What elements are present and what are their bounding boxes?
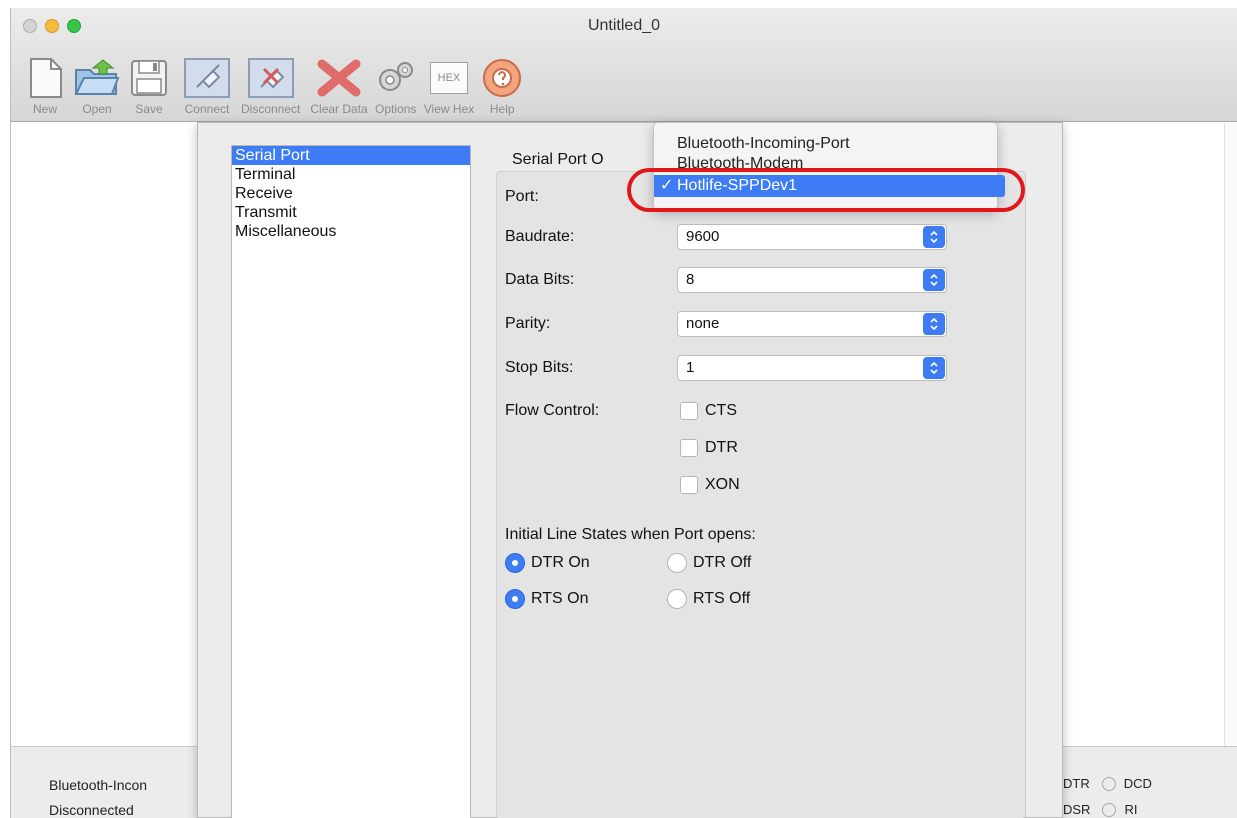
parity-select[interactable]: none: [677, 311, 947, 337]
dtr-checkbox[interactable]: [680, 439, 698, 457]
dtr-label: DTR: [705, 439, 738, 456]
status-connection: Disconnected: [49, 802, 134, 818]
disconnect-button[interactable]: Disconnect: [241, 56, 300, 120]
rts-off-radio-row[interactable]: RTS Off: [667, 589, 750, 609]
connect-plug-icon: [183, 56, 231, 100]
help-button[interactable]: Help: [478, 56, 526, 120]
cts-label: CTS: [705, 402, 737, 419]
stopbits-value: 1: [686, 359, 695, 376]
databits-value: 8: [686, 271, 695, 288]
open-label: Open: [82, 102, 112, 116]
stopbits-select[interactable]: 1: [677, 355, 947, 381]
titlebar: Untitled_0 New Open Save Connect Disconn…: [11, 8, 1237, 122]
view-hex-label: View Hex: [423, 102, 475, 116]
new-label: New: [32, 102, 57, 116]
parity-value: none: [686, 315, 720, 332]
dtr-off-radio[interactable]: [667, 553, 687, 573]
category-list: Serial Port Terminal Receive Transmit Mi…: [231, 145, 471, 818]
led-dcd-indicator: [1101, 776, 1116, 791]
open-folder-icon: [73, 56, 121, 100]
updown-arrows-icon: [923, 269, 945, 291]
cts-checkbox-row[interactable]: CTS: [680, 402, 737, 420]
databits-row: Data Bits: 8: [505, 266, 947, 294]
updown-arrows-icon: [923, 226, 945, 248]
category-transmit[interactable]: Transmit: [232, 203, 470, 222]
dtr-off-label: DTR Off: [693, 554, 752, 571]
baudrate-select[interactable]: 9600: [677, 224, 947, 250]
category-terminal[interactable]: Terminal: [232, 165, 470, 184]
gear-icon: [372, 56, 420, 100]
options-button[interactable]: Options: [372, 56, 420, 120]
options-label: Options: [375, 102, 417, 116]
category-receive[interactable]: Receive: [232, 184, 470, 203]
cts-checkbox[interactable]: [680, 402, 698, 420]
led-ri-indicator: [1102, 802, 1117, 817]
led-row-bottom: DSR RI: [1063, 802, 1137, 817]
dtr-on-label: DTR On: [531, 554, 590, 571]
open-button[interactable]: Open: [73, 56, 121, 120]
clear-data-label: Clear Data: [310, 102, 368, 116]
rts-on-radio-row[interactable]: RTS On: [505, 589, 589, 609]
led-ri-label: RI: [1124, 802, 1138, 817]
led-dsr-label: DSR: [1063, 802, 1091, 817]
flow-control-label: Flow Control:: [505, 402, 600, 419]
dtr-checkbox-row[interactable]: DTR: [680, 439, 738, 457]
initial-line-states-label: Initial Line States when Port opens:: [505, 526, 756, 543]
new-document-icon: [21, 56, 69, 100]
stopbits-row: Stop Bits: 1: [505, 354, 947, 382]
category-serial-port[interactable]: Serial Port: [232, 146, 470, 165]
dtr-on-radio-row[interactable]: DTR On: [505, 553, 590, 573]
category-miscellaneous[interactable]: Miscellaneous: [232, 222, 470, 241]
new-button[interactable]: New: [21, 56, 69, 120]
xon-checkbox-row[interactable]: XON: [680, 476, 740, 494]
rts-off-label: RTS Off: [693, 590, 751, 607]
dtr-off-radio-row[interactable]: DTR Off: [667, 553, 751, 573]
rts-on-radio[interactable]: [505, 589, 525, 609]
databits-select[interactable]: 8: [677, 267, 947, 293]
parity-label: Parity:: [505, 315, 551, 332]
rts-on-label: RTS On: [531, 590, 589, 607]
stopbits-label: Stop Bits:: [505, 359, 574, 376]
led-dtr-label: DTR: [1063, 776, 1090, 791]
clear-x-icon: [315, 56, 363, 100]
hex-icon-text: HEX: [429, 62, 468, 94]
updown-arrows-icon: [923, 357, 945, 379]
connect-button[interactable]: Connect: [183, 56, 231, 120]
floppy-disk-icon: [125, 56, 173, 100]
disconnect-label: Disconnect: [241, 102, 301, 116]
parity-row: Parity: none: [505, 310, 947, 338]
dtr-on-radio[interactable]: [505, 553, 525, 573]
disconnect-plug-icon: [247, 56, 295, 100]
view-hex-button[interactable]: HEX View Hex: [424, 56, 474, 120]
status-port-name: Bluetooth-Incon: [49, 777, 148, 793]
save-label: Save: [135, 102, 163, 116]
baudrate-value: 9600: [686, 228, 720, 245]
clear-data-button[interactable]: Clear Data: [310, 56, 368, 120]
window-title: Untitled_0: [587, 17, 661, 34]
databits-label: Data Bits:: [505, 271, 575, 288]
xon-checkbox[interactable]: [680, 476, 698, 494]
xon-label: XON: [705, 476, 740, 493]
serial-options-title: Serial Port O: [512, 151, 604, 168]
port-option-bluetooth-incoming[interactable]: Bluetooth-Incoming-Port: [654, 133, 999, 155]
connect-label: Connect: [184, 102, 230, 116]
terminal-scrollbar[interactable]: [1224, 123, 1237, 746]
hex-icon: HEX: [425, 56, 473, 100]
rts-off-radio[interactable]: [667, 589, 687, 609]
settings-sheet: Serial Port Terminal Receive Transmit Mi…: [197, 122, 1063, 818]
updown-arrows-icon: [923, 313, 945, 335]
help-lifebuoy-icon: [478, 56, 526, 100]
led-row-top: DTR DCD: [1063, 776, 1152, 791]
flow-control-row: Flow Control:: [505, 397, 677, 425]
toolbar: New Open Save Connect Disconnect Clear D…: [11, 40, 530, 120]
baudrate-row: Baudrate: 9600: [505, 223, 947, 251]
help-label: Help: [489, 102, 515, 116]
led-dcd-label: DCD: [1123, 776, 1152, 791]
red-highlight-ring: [627, 168, 1025, 212]
baudrate-label: Baudrate:: [505, 228, 575, 245]
save-button[interactable]: Save: [125, 56, 173, 120]
